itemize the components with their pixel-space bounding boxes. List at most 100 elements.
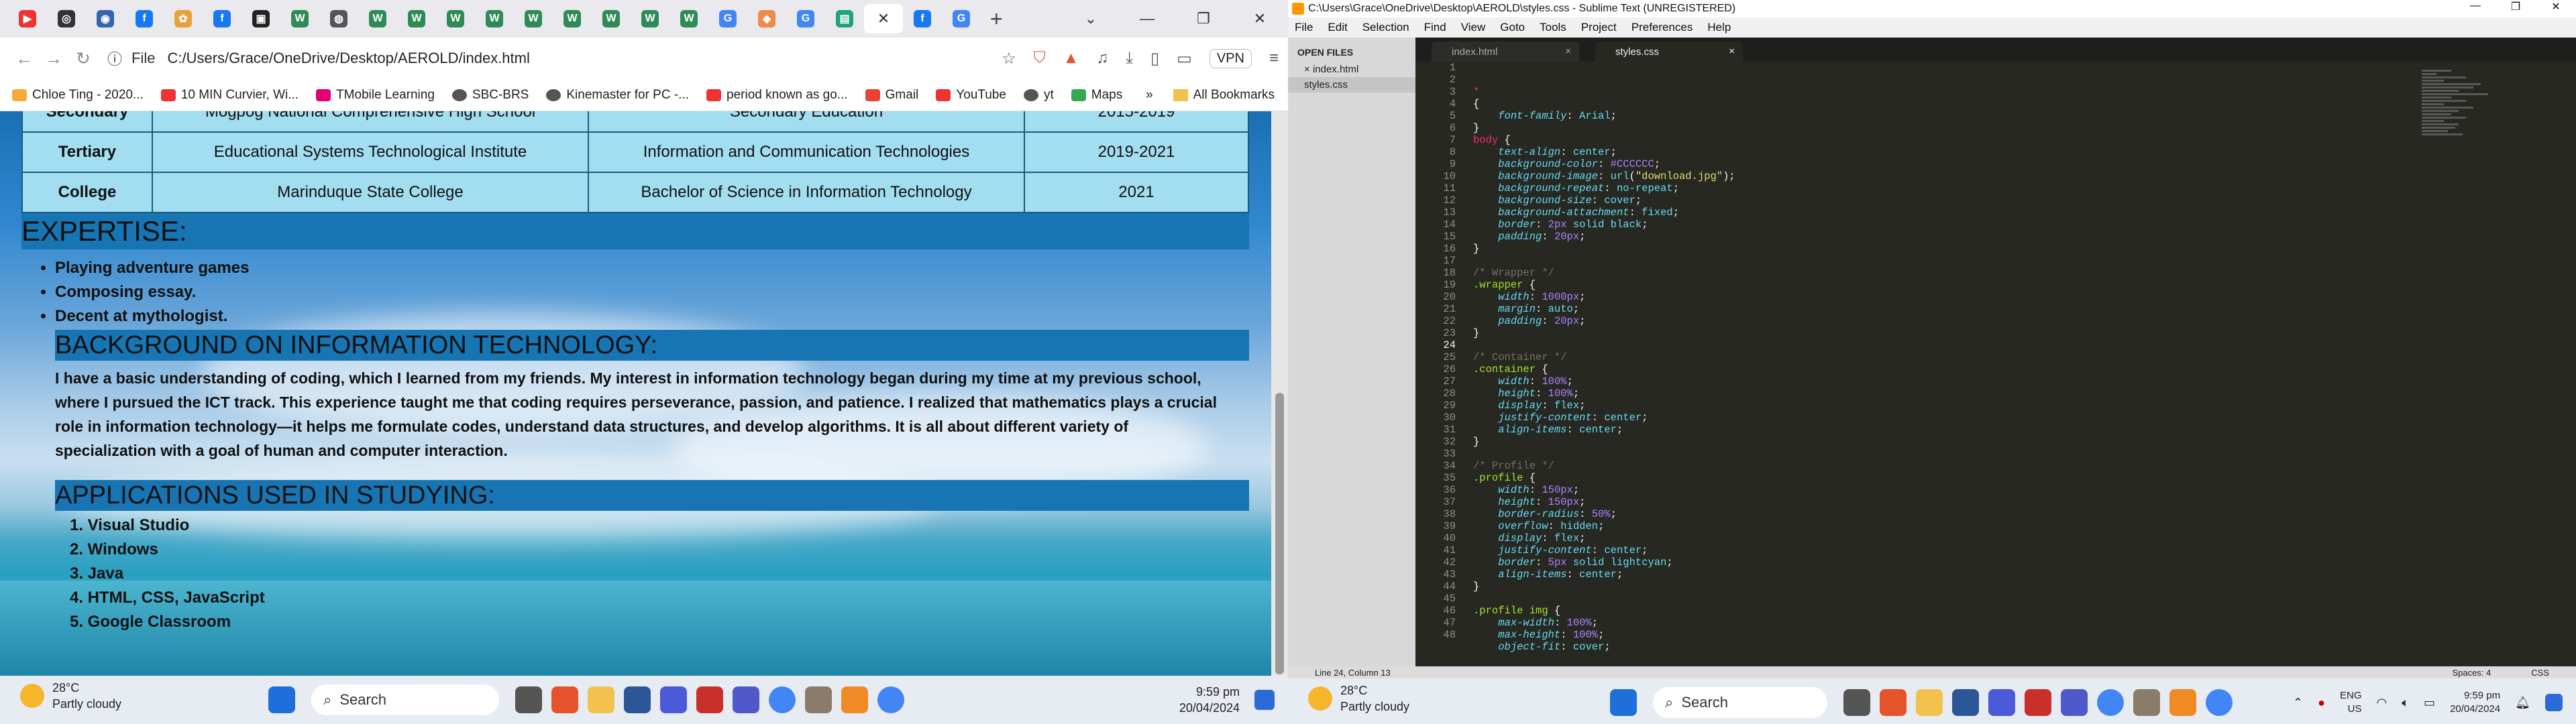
- taskbar-search[interactable]: ⌕ Search: [1653, 687, 1827, 718]
- start-icon[interactable]: [268, 686, 295, 713]
- sidebar-icon[interactable]: ▯: [1150, 49, 1159, 68]
- menu-view[interactable]: View: [1461, 21, 1486, 34]
- scrollbar-thumb[interactable]: [1275, 393, 1284, 674]
- tab[interactable]: W: [631, 4, 669, 34]
- close-button[interactable]: ✕: [2536, 0, 2576, 13]
- app-tray-icon[interactable]: ●: [2318, 696, 2325, 710]
- bookmark-item[interactable]: Maps: [1071, 88, 1122, 103]
- maximize-button[interactable]: ❐: [2496, 0, 2536, 13]
- minimize-button[interactable]: —: [2455, 0, 2496, 13]
- menu-tools[interactable]: Tools: [1540, 21, 1566, 34]
- menu-edit[interactable]: Edit: [1328, 21, 1347, 34]
- forward-icon[interactable]: →: [39, 48, 68, 69]
- bookmark-icon[interactable]: ☆: [1002, 49, 1016, 68]
- maximize-button[interactable]: ❐: [1175, 10, 1232, 27]
- menu-selection[interactable]: Selection: [1362, 21, 1409, 34]
- new-tab-button[interactable]: +: [990, 7, 1003, 32]
- bookmark-item[interactable]: Kinemaster for PC -...: [546, 88, 689, 103]
- battery-icon[interactable]: ▭: [2424, 696, 2435, 710]
- chrome-icon[interactable]: [769, 686, 796, 713]
- wallet-icon[interactable]: ▭: [1177, 49, 1192, 68]
- tab-index-html[interactable]: index.html ×: [1432, 42, 1579, 62]
- chevron-down-icon[interactable]: ⌄: [1063, 10, 1119, 27]
- minimize-button[interactable]: —: [1119, 10, 1175, 27]
- bookmark-item[interactable]: Chloe Ting - 2020...: [12, 88, 144, 103]
- download-icon[interactable]: ⤓: [1126, 49, 1133, 68]
- music-icon[interactable]: ♫: [1096, 49, 1108, 68]
- close-icon[interactable]: ×: [1304, 64, 1313, 75]
- code-editor[interactable]: 1 2 3 4 5 6 7 8 9 10 11 12 13 14 15 16 17 18 19 20 21 22 23 24 2…: [1415, 62, 2576, 666]
- volume-icon[interactable]: 🔈︎: [2402, 696, 2409, 710]
- app-icon[interactable]: [696, 686, 723, 713]
- tab[interactable]: W: [669, 4, 708, 34]
- wifi-icon[interactable]: ◠: [2377, 696, 2387, 710]
- teams-icon[interactable]: [733, 686, 759, 713]
- menu-icon[interactable]: ≡: [1269, 49, 1279, 68]
- app-icon[interactable]: [1952, 689, 1979, 716]
- tab[interactable]: ◍: [319, 4, 358, 34]
- sidebar-file-active[interactable]: styles.css: [1288, 77, 1415, 93]
- app-icon[interactable]: [1988, 689, 2015, 716]
- task-view-icon[interactable]: [1843, 689, 1870, 716]
- brave-shield-icon[interactable]: ⛉: [1034, 49, 1046, 68]
- rewards-icon[interactable]: ▲: [1063, 49, 1079, 68]
- chrome-icon[interactable]: [2206, 689, 2233, 716]
- bookmark-item[interactable]: yt: [1023, 88, 1054, 103]
- copilot-icon[interactable]: [2545, 694, 2563, 711]
- tab[interactable]: f: [203, 4, 241, 34]
- back-icon[interactable]: ←: [9, 48, 39, 69]
- bookmark-item[interactable]: YouTube: [936, 88, 1006, 103]
- menu-help[interactable]: Help: [1707, 21, 1731, 34]
- tab[interactable]: G: [942, 4, 981, 34]
- tab-styles-css[interactable]: styles.css ×: [1595, 42, 1743, 62]
- copilot-icon[interactable]: [1254, 690, 1275, 710]
- sidebar-file[interactable]: × index.html: [1288, 62, 1415, 77]
- file-explorer-icon[interactable]: [1916, 689, 1943, 716]
- tab[interactable]: f: [903, 4, 942, 34]
- app-icon[interactable]: [805, 686, 832, 713]
- clock[interactable]: 9:59 pm 20/04/2024: [2450, 689, 2500, 716]
- vpn-button[interactable]: VPN: [1209, 48, 1252, 68]
- language-indicator[interactable]: ENG US: [2340, 689, 2362, 716]
- close-button[interactable]: ✕: [1232, 10, 1288, 27]
- url-field[interactable]: ⓘ File C:/Users/Grace/OneDrive/Desktop/A…: [107, 43, 530, 74]
- brave-icon[interactable]: [551, 686, 578, 713]
- tab[interactable]: G: [708, 4, 747, 34]
- chrome-icon[interactable]: [2097, 689, 2124, 716]
- url-text[interactable]: C:/Users/Grace/OneDrive/Desktop/AEROLD/i…: [167, 50, 529, 67]
- app-icon[interactable]: [624, 686, 651, 713]
- weather-widget[interactable]: 28°C Partly cloudy: [20, 680, 121, 712]
- tab[interactable]: ◉: [86, 4, 125, 34]
- bookmark-item[interactable]: 10 MIN Curvier, Wi...: [160, 88, 299, 103]
- bookmark-item[interactable]: Gmail: [865, 88, 918, 103]
- clock[interactable]: 9:59 pm 20/04/2024: [1179, 684, 1240, 716]
- scrollbar[interactable]: [1271, 111, 1288, 676]
- close-icon[interactable]: ×: [1729, 46, 1735, 57]
- tab[interactable]: W: [514, 4, 553, 34]
- tab[interactable]: f: [125, 4, 164, 34]
- task-view-icon[interactable]: [515, 686, 542, 713]
- menu-file[interactable]: File: [1295, 21, 1313, 34]
- sublime-icon[interactable]: [841, 686, 868, 713]
- tab[interactable]: ▶: [8, 4, 47, 34]
- tab[interactable]: ◆: [747, 4, 786, 34]
- tab[interactable]: W: [436, 4, 475, 34]
- tab[interactable]: W: [397, 4, 436, 34]
- teams-icon[interactable]: [2061, 689, 2088, 716]
- bookmark-item[interactable]: TMobile Learning: [316, 88, 435, 103]
- bookmark-item[interactable]: SBC-BRS: [451, 88, 529, 103]
- tab[interactable]: ✿: [164, 4, 203, 34]
- tab[interactable]: ▣: [241, 4, 280, 34]
- tab[interactable]: G: [786, 4, 825, 34]
- tab-active[interactable]: ✕: [864, 4, 903, 34]
- tab[interactable]: W: [553, 4, 592, 34]
- minimap[interactable]: [2422, 70, 2496, 405]
- reload-icon[interactable]: ↻: [68, 48, 98, 69]
- close-icon[interactable]: ×: [1565, 46, 1571, 57]
- tab[interactable]: W: [592, 4, 631, 34]
- info-icon[interactable]: ⓘ: [107, 48, 122, 69]
- chevron-right-icon[interactable]: »: [1146, 88, 1153, 103]
- close-icon[interactable]: ✕: [877, 10, 890, 27]
- file-explorer-icon[interactable]: [588, 686, 614, 713]
- tab[interactable]: ▤: [825, 4, 864, 34]
